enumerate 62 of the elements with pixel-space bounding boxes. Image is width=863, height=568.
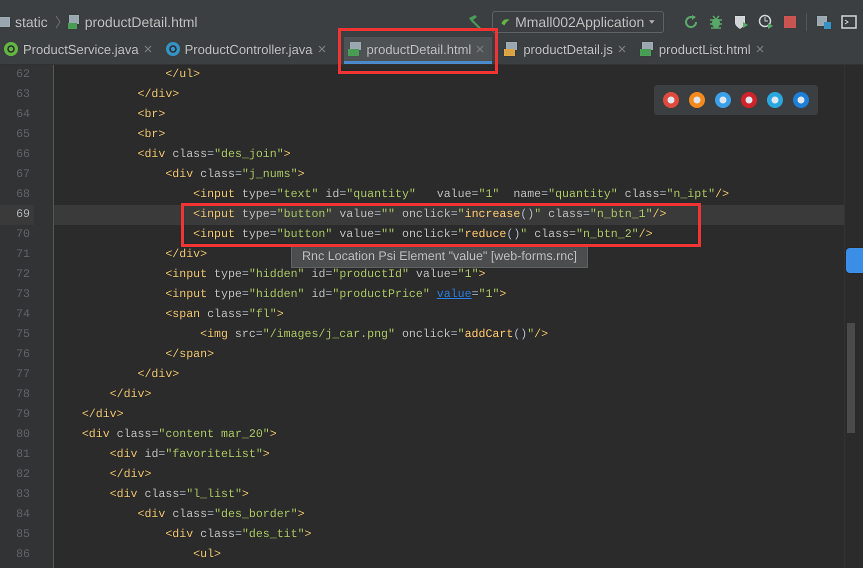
code-line: <div class="des_tit"> <box>164 527 312 543</box>
scrollbar-thumb[interactable] <box>847 323 855 433</box>
code-line: <span class="fl"> <box>164 307 284 323</box>
file-icon <box>640 42 654 56</box>
code-line: </span> <box>164 347 214 363</box>
code-line: </div> <box>80 407 124 423</box>
browser-icon[interactable] <box>766 91 784 109</box>
project-structure-icon[interactable] <box>816 14 832 30</box>
browser-icon[interactable] <box>688 91 706 109</box>
code-line: </div> <box>164 247 208 263</box>
close-icon[interactable] <box>756 45 764 53</box>
close-icon[interactable] <box>318 45 326 53</box>
code-line: </div> <box>108 387 152 403</box>
file-icon <box>504 42 518 56</box>
hammer-icon[interactable] <box>467 14 483 30</box>
breadcrumb-item[interactable]: productDetail.html <box>84 14 198 30</box>
code-line: <div class="content mar_20"> <box>80 427 277 443</box>
profiler-icon[interactable] <box>758 14 774 30</box>
caret-icon <box>649 18 655 24</box>
code-line: <div class="des_join"> <box>136 147 291 163</box>
editor-tab[interactable]: productDetail.html <box>344 37 492 64</box>
close-icon[interactable] <box>144 45 152 53</box>
panel-icon[interactable] <box>841 14 857 30</box>
code-line: </div> <box>136 367 180 383</box>
code-line: <div class="l_list"> <box>108 487 249 503</box>
breadcrumb-item[interactable]: static <box>15 14 48 30</box>
code-line: <input type="hidden" id="productPrice" value="1"> <box>164 287 506 303</box>
file-icon <box>4 42 18 56</box>
folder-icon <box>0 16 10 26</box>
code-line: <div class="des_border"> <box>136 507 305 523</box>
editor-tab[interactable]: ProductService.java <box>0 37 160 64</box>
code-line: </div> <box>136 87 180 103</box>
browser-icon[interactable] <box>792 91 810 109</box>
rerun-icon[interactable] <box>683 14 699 30</box>
browser-icon[interactable] <box>662 91 680 109</box>
shield-icon[interactable] <box>733 14 749 30</box>
browser-icon[interactable] <box>740 91 758 109</box>
file-icon <box>166 42 180 56</box>
editor-tab[interactable]: productList.html <box>636 37 772 64</box>
close-icon[interactable] <box>618 45 626 53</box>
bug-icon[interactable] <box>708 14 724 30</box>
code-line: <input type="hidden" id="productId" value="1"> <box>164 267 486 283</box>
code-line: </ul> <box>164 67 200 83</box>
run-configuration-dropdown[interactable]: Mmall002Application <box>492 10 664 32</box>
code-line: <ul> <box>192 547 221 563</box>
editor-tab[interactable]: ProductController.java <box>162 37 334 64</box>
stop-icon[interactable] <box>783 14 797 28</box>
file-icon <box>348 42 362 56</box>
line-number: 69 <box>0 205 34 225</box>
code-line: <div id="favoriteList"> <box>108 447 270 463</box>
code-line: <div class="j_nums"> <box>164 167 305 183</box>
code-line: <br> <box>136 107 166 123</box>
code-line: <input type="text" id="quantity" value="1" name="quantity" class="n_ipt"/> <box>192 187 730 203</box>
code-line: </div> <box>108 467 152 483</box>
editor-tab[interactable]: productDetail.js <box>500 37 634 64</box>
code-line: <br> <box>136 127 166 143</box>
close-icon[interactable] <box>476 45 484 53</box>
code-line: <input type="button" value="" onclick="reduce()" class="n_btn_2"/> <box>192 227 653 243</box>
code-line: <img src="/images/j_car.png" onclick="addCart()"/> <box>199 327 548 343</box>
browser-icon[interactable] <box>714 91 732 109</box>
chevron-icon <box>54 14 61 28</box>
file-icon <box>68 14 80 28</box>
